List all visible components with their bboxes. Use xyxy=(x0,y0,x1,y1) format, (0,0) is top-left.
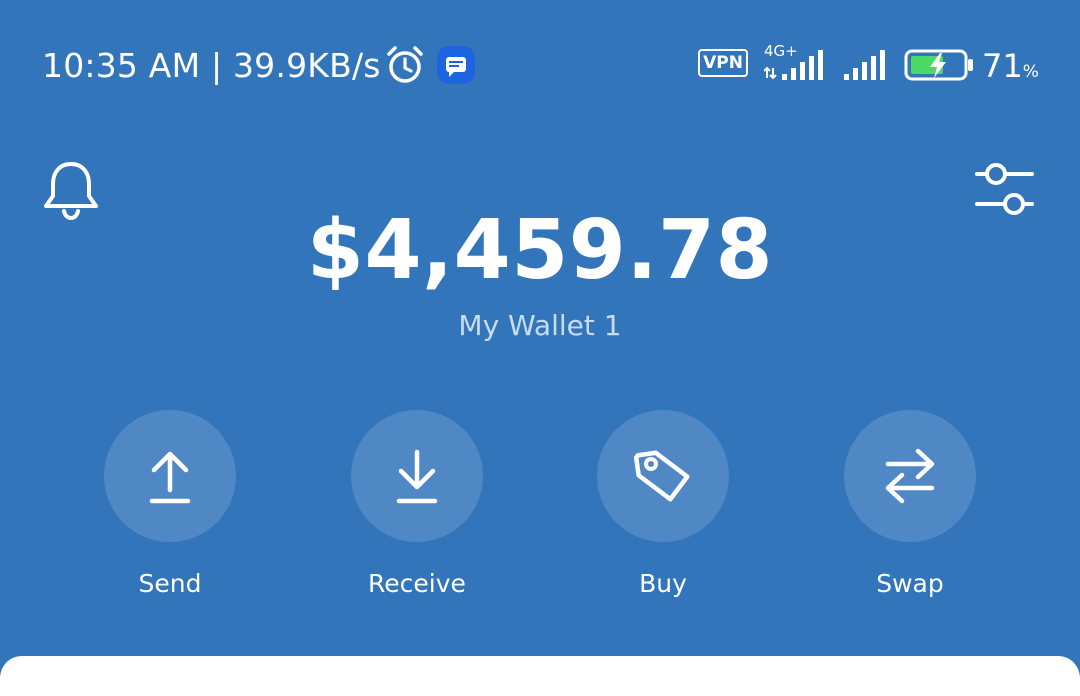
send-label: Send xyxy=(138,569,202,598)
swap-arrows-icon xyxy=(885,448,935,504)
receive-circle[interactable] xyxy=(351,410,483,542)
status-time-speed: 10:35 AM | 39.9KB/s xyxy=(42,44,381,88)
send-button[interactable]: Send xyxy=(70,410,270,610)
wallet-balance: $4,459.78 xyxy=(306,203,774,298)
alarm-icon xyxy=(387,46,423,83)
swap-circle[interactable] xyxy=(844,410,976,542)
swap-button[interactable]: Swap xyxy=(810,410,1010,610)
bottom-sheet[interactable] xyxy=(0,656,1080,696)
status-time: 10:35 AM xyxy=(42,46,201,85)
buy-label: Buy xyxy=(639,569,687,598)
buy-circle[interactable] xyxy=(597,410,729,542)
message-icon xyxy=(437,46,475,84)
signal-icon-sim2 xyxy=(844,50,885,80)
status-separator: | xyxy=(210,46,223,85)
vpn-badge: VPN xyxy=(698,49,748,77)
send-circle[interactable] xyxy=(104,410,236,542)
battery-percentage: 71% xyxy=(982,47,1039,85)
receive-button[interactable]: Receive xyxy=(317,410,517,610)
swap-label: Swap xyxy=(876,569,944,598)
network-speed: 39.9KB/s xyxy=(232,46,381,85)
download-arrow-icon xyxy=(396,449,438,504)
signal-icon xyxy=(764,50,823,80)
wallet-screen: 10:35 AM | 39.9KB/s VPN 4G+ 71% $4,459.7… xyxy=(0,0,1080,696)
upload-arrow-icon xyxy=(149,451,191,504)
wallet-name[interactable]: My Wallet 1 xyxy=(0,306,1080,346)
price-tag-icon xyxy=(633,450,690,502)
buy-button[interactable]: Buy xyxy=(563,410,763,610)
status-bar: 10:35 AM | 39.9KB/s VPN 4G+ 71% xyxy=(0,0,1080,130)
battery-charging-icon xyxy=(904,49,973,81)
receive-label: Receive xyxy=(368,569,466,598)
